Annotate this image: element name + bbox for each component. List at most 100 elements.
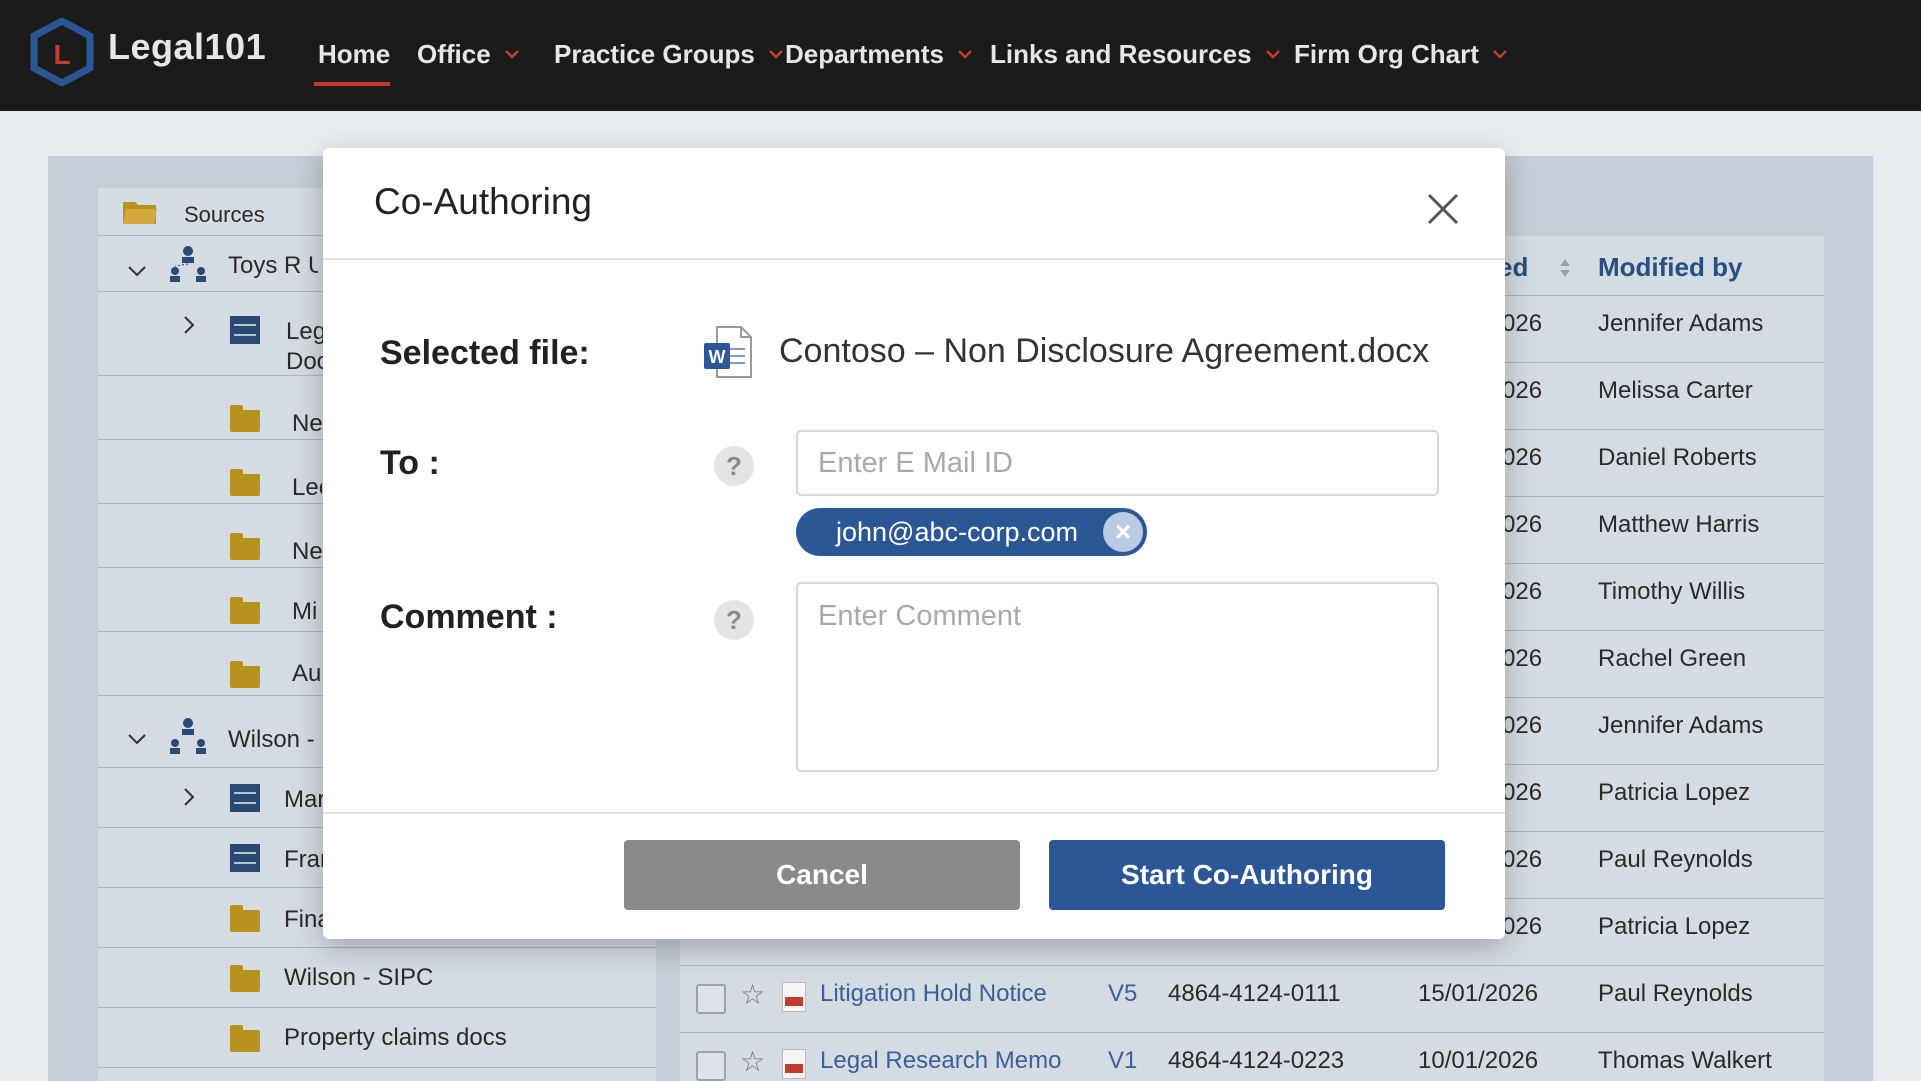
top-navigation: L Legal101 Home Office Practice Groups D… <box>0 0 1921 111</box>
svg-text:L: L <box>53 39 70 70</box>
folder-icon <box>230 1025 260 1052</box>
cell-version: V1 <box>1108 1047 1138 1074</box>
dialog-title: Co-Authoring <box>374 181 593 222</box>
cell-modified-by: Patricia Lopez <box>1598 779 1751 806</box>
cabinet-icon <box>230 316 260 344</box>
email-input[interactable] <box>796 430 1439 496</box>
brand-name[interactable]: Legal101 <box>108 26 266 68</box>
row-checkbox[interactable] <box>696 1051 726 1081</box>
sources-label: Sources <box>184 202 265 227</box>
pdf-icon <box>782 982 806 1012</box>
folder-icon <box>230 469 260 496</box>
footer-divider <box>323 812 1505 814</box>
tree-item-label: Toys R U <box>228 252 318 279</box>
help-icon[interactable]: ? <box>714 446 754 486</box>
org-icon <box>170 246 206 282</box>
cell-modified-by: Jennifer Adams <box>1598 712 1764 739</box>
folder-open-icon <box>123 202 157 224</box>
pdf-icon-band <box>785 1064 803 1073</box>
org-icon <box>170 718 206 754</box>
remove-recipient-icon[interactable]: × <box>1103 512 1143 552</box>
word-document-icon: W <box>704 326 752 378</box>
nav-firm-org-chart[interactable]: Firm Org Chart <box>1294 34 1511 74</box>
cell-modified-by: Daniel Roberts <box>1598 444 1757 471</box>
cell-modified-date: 026 <box>1502 645 1543 672</box>
folder-icon <box>230 905 260 932</box>
cell-document-name[interactable]: Litigation Hold Notice <box>820 980 1047 1008</box>
selected-file-label: Selected file: <box>380 334 590 372</box>
chevron-down-icon[interactable] <box>126 260 148 282</box>
tree-item-label: Fina <box>284 906 324 933</box>
folder-icon <box>230 597 260 624</box>
recipient-chip: john@abc-corp.com × <box>796 508 1147 556</box>
co-authoring-dialog: Co-Authoring Selected file: W Contoso – … <box>323 148 1505 939</box>
folder-icon <box>230 661 260 688</box>
cell-modified-date: 026 <box>1502 913 1543 940</box>
cabinet-icon <box>230 784 260 812</box>
tree-item-label: Wilson - <box>228 726 315 753</box>
cell-modified-by: Patricia Lopez <box>1598 913 1751 940</box>
chevron-right-icon[interactable] <box>178 786 200 808</box>
cell-modified-by: Paul Reynolds <box>1598 980 1753 1007</box>
row-checkbox[interactable] <box>696 984 726 1014</box>
cell-modified-date: 026 <box>1502 712 1543 739</box>
header-divider <box>323 258 1505 260</box>
active-nav-indicator <box>314 82 390 86</box>
comment-field[interactable] <box>796 582 1439 772</box>
chevron-down-icon <box>504 50 519 59</box>
cabinet-icon <box>230 844 260 872</box>
comment-label: Comment : <box>380 598 558 636</box>
nav-office[interactable]: Office <box>417 34 523 74</box>
cell-modified-date: 026 <box>1502 511 1543 538</box>
pdf-icon-band <box>785 997 803 1006</box>
chevron-down-icon <box>1493 50 1507 59</box>
tree-item-label: Leg <box>286 318 326 345</box>
cell-modified-by: Rachel Green <box>1598 645 1747 672</box>
chevron-down-icon <box>768 50 783 59</box>
tree-item-label: Au <box>292 660 322 687</box>
brand-logo-icon[interactable]: L <box>30 18 94 86</box>
cell-modified-by: Jennifer Adams <box>1598 310 1764 337</box>
nav-departments[interactable]: Departments <box>785 34 976 74</box>
folder-icon <box>230 533 260 560</box>
selected-file-name: Contoso – Non Disclosure Agreement.docx <box>779 332 1430 370</box>
close-icon[interactable] <box>1415 181 1471 237</box>
nav-links-and-resources[interactable]: Links and Resources <box>990 34 1284 74</box>
cell-modified-date: 15/01/2026 <box>1418 980 1539 1007</box>
tree-item-label: Mi <box>292 598 318 625</box>
cell-modified-date: 10/01/2026 <box>1418 1047 1539 1074</box>
cell-modified-date: 026 <box>1502 444 1543 471</box>
nav-home[interactable]: Home <box>318 34 390 74</box>
star-icon[interactable]: ☆ <box>740 978 765 1011</box>
tree-item-label: Ne <box>292 538 322 565</box>
tree-item-label: Mar <box>284 786 324 813</box>
chevron-down-icon <box>1265 50 1280 59</box>
cell-modified-date: 026 <box>1502 846 1543 873</box>
cell-modified-by: Timothy Willis <box>1598 578 1746 605</box>
cell-document-name[interactable]: Legal Research Memo <box>820 1047 1061 1075</box>
tree-item-label: Ne <box>292 410 322 437</box>
cell-modified-date: 026 <box>1502 377 1543 404</box>
nav-practice-groups[interactable]: Practice Groups <box>554 34 787 74</box>
help-icon[interactable]: ? <box>714 600 754 640</box>
star-icon[interactable]: ☆ <box>740 1045 765 1078</box>
chevron-right-icon[interactable] <box>178 314 200 336</box>
tree-item-label: Wilson - SIPC <box>284 964 434 991</box>
chevron-down-icon[interactable] <box>126 728 148 750</box>
to-label: To : <box>380 444 440 482</box>
cell-document-id: 4864-4124-0223 <box>1168 1047 1345 1074</box>
cell-modified-by: Paul Reynolds <box>1598 846 1753 873</box>
cancel-button[interactable]: Cancel <box>624 840 1020 910</box>
pdf-icon <box>782 1049 806 1079</box>
cell-modified-date: 026 <box>1502 310 1543 337</box>
cell-modified-by: Thomas Walkert <box>1598 1047 1772 1074</box>
folder-icon <box>230 405 260 432</box>
cell-modified-by: Melissa Carter <box>1598 377 1753 404</box>
start-co-authoring-button[interactable]: Start Co-Authoring <box>1049 840 1445 910</box>
tree-item-label: Frar <box>284 846 324 873</box>
chevron-down-icon <box>958 50 972 59</box>
cell-modified-by: Matthew Harris <box>1598 511 1760 538</box>
svg-text:W: W <box>709 347 726 367</box>
cell-modified-date: 026 <box>1502 578 1543 605</box>
cell-document-id: 4864-4124-0111 <box>1168 980 1341 1007</box>
